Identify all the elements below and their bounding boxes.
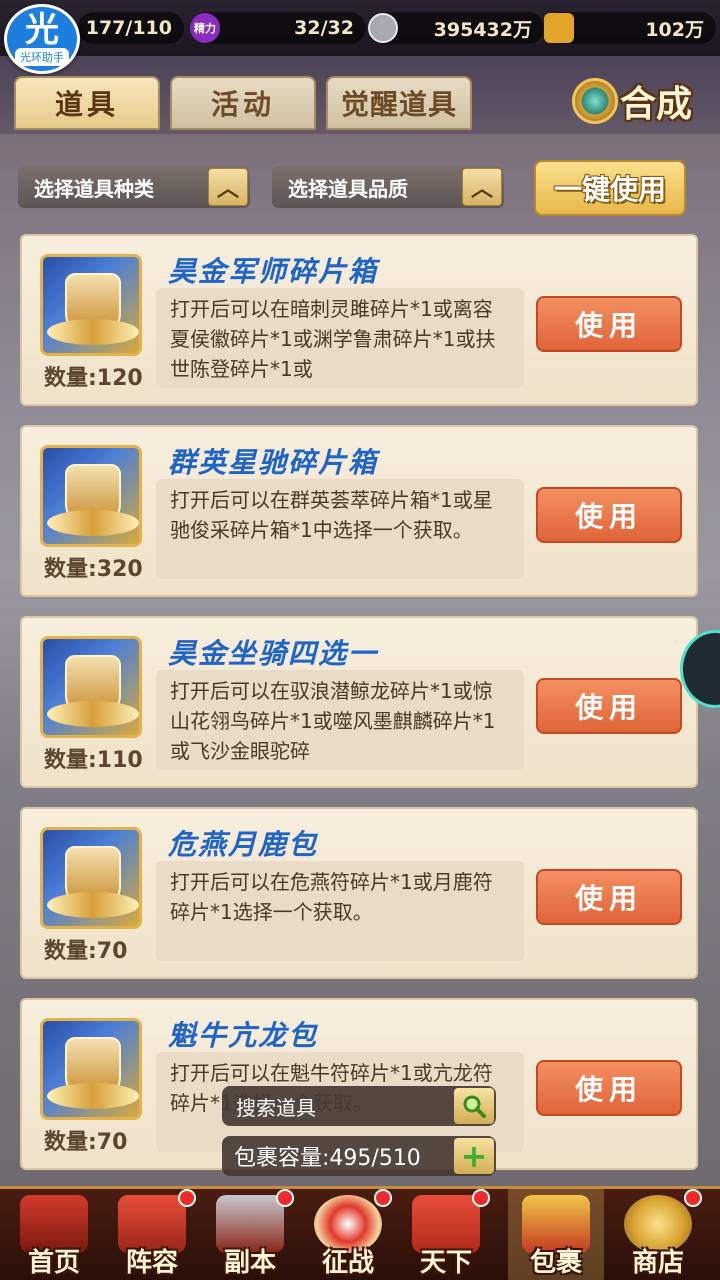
item-card: 数量:70 危燕月鹿包 打开后可以在危燕符碎片*1或月鹿符碎片*1选择一个获取。… <box>20 807 698 979</box>
assistant-logo[interactable]: 光 光环助手 <box>4 4 80 74</box>
use-button[interactable]: 使用 <box>536 487 682 543</box>
bag-capacity-label: 包裹容量:495/510 <box>234 1146 421 1171</box>
nav-dungeon-label: 副本 <box>223 1248 276 1278</box>
nav-home[interactable]: 首页 <box>6 1189 102 1280</box>
nav-lineup-label: 阵容 <box>125 1248 178 1278</box>
item-icon[interactable] <box>40 636 142 738</box>
nav-lineup[interactable]: 阵容 <box>104 1189 200 1280</box>
item-count: 数量:320 <box>44 557 143 582</box>
notification-badge <box>178 1189 196 1207</box>
item-quality-filter-label: 选择道具品质 <box>288 176 408 201</box>
compose-button[interactable]: 合成 <box>572 72 706 130</box>
use-button[interactable]: 使用 <box>536 1060 682 1116</box>
use-all-button[interactable]: 一键使用 <box>534 160 686 216</box>
compose-label: 合成 <box>620 84 693 125</box>
item-description: 打开后可以在群英荟萃碎片箱*1或星驰俊采碎片箱*1中选择一个获取。 <box>156 479 524 579</box>
nav-bag-label: 包裹 <box>529 1248 582 1278</box>
stamina-counter: 177/110 <box>78 12 184 44</box>
item-card: 数量:320 群英星驰碎片箱 打开后可以在群英荟萃碎片箱*1或星驰俊采碎片箱*1… <box>20 425 698 597</box>
item-icon[interactable] <box>40 827 142 929</box>
compose-ring-icon <box>572 78 618 124</box>
item-name: 魁牛亢龙包 <box>168 1019 319 1052</box>
item-name: 昊金坐骑四选一 <box>168 637 379 670</box>
stamina-value: 177/110 <box>85 17 172 39</box>
item-name: 群英星驰碎片箱 <box>168 446 379 479</box>
use-button[interactable]: 使用 <box>536 869 682 925</box>
item-description: 打开后可以在暗刺灵雎碎片*1或离容夏侯徽碎片*1或渊学鲁肃碎片*1或扶世陈登碎片… <box>156 288 524 388</box>
item-icon[interactable] <box>40 445 142 547</box>
item-description: 打开后可以在驭浪潜鲸龙碎片*1或惊山花翎鸟碎片*1或噬风墨麒麟碎片*1或飞沙金眼… <box>156 670 524 770</box>
nav-home-label: 首页 <box>27 1248 80 1278</box>
silver-value: 395432万 <box>433 18 532 41</box>
item-type-filter[interactable]: 选择道具种类 ︿ <box>18 166 250 208</box>
tab-items[interactable]: 道具 <box>14 76 160 130</box>
item-count: 数量:70 <box>44 1130 128 1155</box>
logo-char: 光 <box>25 10 59 50</box>
notification-badge <box>374 1189 392 1207</box>
item-count: 数量:110 <box>44 748 143 773</box>
notification-badge <box>276 1189 294 1207</box>
silver-coin-icon <box>368 13 398 43</box>
notification-badge <box>684 1189 702 1207</box>
nav-world[interactable]: 天下 <box>398 1189 494 1280</box>
search-items-label: 搜索道具 <box>236 1095 316 1120</box>
search-items-bar[interactable]: 搜索道具 <box>222 1086 496 1126</box>
silver-counter: 395432万 <box>368 12 544 44</box>
gold-counter: 102万 <box>544 12 716 44</box>
tab-awaken-items[interactable]: 觉醒道具 <box>326 76 472 130</box>
energy-icon: 精力 <box>190 13 220 43</box>
item-type-filter-label: 选择道具种类 <box>34 176 154 201</box>
bag-capacity-bar: 包裹容量:495/510 + <box>222 1136 496 1176</box>
top-resource-bar: 177/110 精力 32/32 395432万 102万 <box>0 0 720 56</box>
plus-icon[interactable]: + <box>454 1138 494 1174</box>
item-name: 昊金军师碎片箱 <box>168 255 379 288</box>
nav-dungeon[interactable]: 副本 <box>202 1189 298 1280</box>
use-button[interactable]: 使用 <box>536 678 682 734</box>
bottom-navigation: 首页 阵容 副本 征战 天下 包裹 商店 <box>0 1186 720 1280</box>
notification-badge <box>472 1189 490 1207</box>
item-quality-filter[interactable]: 选择道具品质 ︿ <box>272 166 504 208</box>
gold-value: 102万 <box>645 18 704 41</box>
item-icon[interactable] <box>40 1018 142 1120</box>
energy-value: 32/32 <box>294 17 354 39</box>
item-name: 危燕月鹿包 <box>168 828 319 861</box>
nav-shop[interactable]: 商店 <box>610 1189 706 1280</box>
item-description: 打开后可以在危燕符碎片*1或月鹿符碎片*1选择一个获取。 <box>156 861 524 961</box>
item-count: 数量:120 <box>44 366 143 391</box>
magnifier-icon[interactable] <box>454 1088 494 1124</box>
item-icon[interactable] <box>40 254 142 356</box>
item-card: 数量:120 昊金军师碎片箱 打开后可以在暗刺灵雎碎片*1或离容夏侯徽碎片*1或… <box>20 234 698 406</box>
item-card: 数量:110 昊金坐骑四选一 打开后可以在驭浪潜鲸龙碎片*1或惊山花翎鸟碎片*1… <box>20 616 698 788</box>
nav-world-label: 天下 <box>419 1248 472 1278</box>
nav-campaign[interactable]: 征战 <box>300 1189 396 1280</box>
energy-counter: 精力 32/32 <box>190 12 366 44</box>
gold-ingot-icon <box>544 13 574 43</box>
chevron-up-icon[interactable]: ︿ <box>208 168 248 206</box>
nav-campaign-label: 征战 <box>321 1248 374 1278</box>
use-button[interactable]: 使用 <box>536 296 682 352</box>
nav-bag[interactable]: 包裹 <box>508 1189 604 1280</box>
logo-text: 光环助手 <box>15 48 69 66</box>
item-count: 数量:70 <box>44 939 128 964</box>
nav-shop-label: 商店 <box>631 1248 684 1278</box>
chevron-up-icon[interactable]: ︿ <box>462 168 502 206</box>
tab-activity[interactable]: 活动 <box>170 76 316 130</box>
